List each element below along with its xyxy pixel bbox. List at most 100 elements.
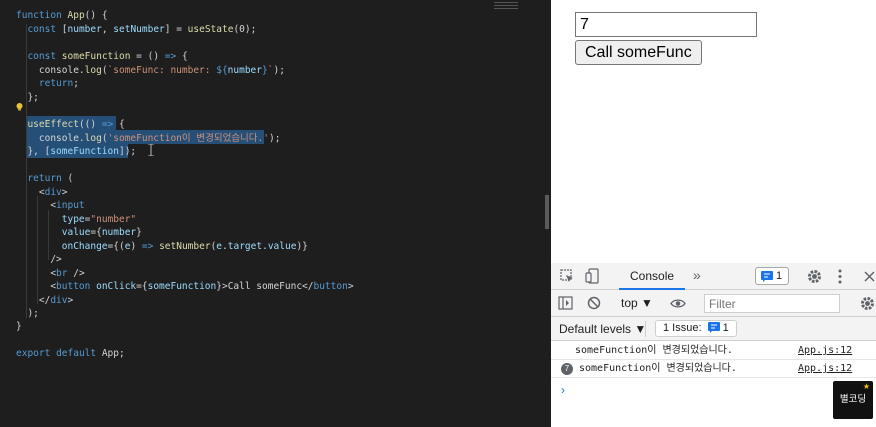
editor-scrollbar-thumb[interactable]	[545, 195, 549, 229]
code-token: onClick	[96, 281, 137, 292]
code-token: value	[61, 227, 91, 238]
code-line: onChange={(e) => setNumber(e.target.valu…	[16, 240, 308, 254]
code-token: () {	[84, 10, 108, 21]
code-line: <input	[16, 199, 85, 213]
code-token: <	[16, 281, 57, 292]
clear-console-icon[interactable]	[587, 296, 601, 310]
code-line: );	[16, 307, 39, 321]
code-line: console.log(`someFunc: number: ${number}…	[16, 64, 285, 78]
code-token: =>	[141, 241, 154, 252]
code-line: }	[16, 320, 22, 334]
code-token: />	[16, 254, 62, 265]
code-token: someFunction	[61, 51, 131, 62]
code-token: >	[61, 187, 68, 198]
minimap[interactable]	[494, 2, 518, 12]
console-message-source-link[interactable]: App.js:12	[798, 360, 852, 377]
app-preview: Call someFunc	[551, 0, 876, 263]
device-toolbar-icon[interactable]	[585, 268, 599, 284]
code-token: value	[267, 241, 297, 252]
console-message-source-link[interactable]: App.js:12	[798, 342, 852, 359]
console-message: someFunction이 변경되었습니다. App.js:12	[551, 342, 876, 360]
close-icon[interactable]	[864, 271, 875, 282]
code-token: <	[16, 268, 57, 279]
code-editor[interactable]: function App() { const [number, setNumbe…	[0, 0, 549, 427]
console-prompt[interactable]: ›	[561, 383, 565, 397]
call-somefunc-button[interactable]: Call someFunc	[575, 40, 702, 65]
show-sidebar-icon[interactable]	[558, 296, 573, 310]
settings-gear-icon[interactable]	[807, 269, 822, 284]
code-token: <	[16, 187, 45, 198]
code-token: target	[227, 241, 263, 252]
eye-icon[interactable]	[670, 298, 686, 309]
kebab-menu-icon[interactable]	[838, 269, 842, 284]
more-tabs-button[interactable]: »	[693, 263, 701, 288]
code-line: }, [someFunction]);	[16, 145, 136, 159]
code-token: console.	[16, 133, 85, 144]
code-token: button	[313, 281, 348, 292]
issues-label: 1 Issue:	[663, 322, 702, 334]
code-token: export	[16, 348, 51, 359]
code-token: >	[67, 295, 74, 306]
message-icon	[761, 271, 773, 282]
code-line: />	[16, 253, 62, 267]
code-line: const [number, setNumber] = useState(0);	[16, 23, 256, 37]
code-token: type	[61, 214, 85, 225]
code-token: App;	[96, 348, 125, 359]
code-token: function	[16, 10, 62, 21]
issue-count: 1	[722, 322, 729, 334]
code-token: {	[176, 51, 188, 62]
code-token: number	[227, 65, 262, 76]
code-line: const someFunction = () => {	[16, 50, 188, 64]
issues-counter-button[interactable]: 1	[755, 267, 789, 285]
code-token: };	[16, 92, 39, 103]
code-token: div	[44, 187, 62, 198]
code-token: ={(	[107, 241, 125, 252]
code-token: ={	[136, 281, 148, 292]
context-select[interactable]: top ▼	[621, 290, 653, 317]
console-settings-gear-icon[interactable]	[860, 296, 875, 311]
inspect-element-icon[interactable]	[560, 269, 574, 283]
code-token: );	[273, 65, 285, 76]
issues-button[interactable]: 1 Issue: 1	[655, 320, 737, 337]
repeat-count-badge: 7	[561, 363, 573, 375]
console-message-text: someFunction이 변경되었습니다.	[579, 363, 737, 374]
tab-console[interactable]: Console	[619, 263, 686, 290]
code-token: log	[84, 65, 102, 76]
code-line: <br />	[16, 267, 84, 281]
logo-star-icon: ★	[862, 382, 870, 391]
code-token: }	[136, 227, 142, 238]
devtools-tabbar: Console » 1	[551, 263, 876, 290]
code-token: return	[38, 78, 74, 89]
code-token: const	[27, 24, 57, 35]
code-token: input	[56, 200, 85, 211]
console-toolbar: top ▼	[551, 290, 876, 317]
code-token: const	[27, 51, 57, 62]
code-token: }	[16, 321, 22, 332]
filter-input[interactable]	[704, 294, 840, 313]
code-token: button	[56, 281, 91, 292]
message-icon	[707, 322, 720, 333]
code-line: <div>	[16, 186, 68, 200]
code-token: someFunction	[50, 146, 119, 157]
number-input[interactable]	[575, 12, 757, 37]
code-token: default	[56, 348, 97, 359]
console-message-text: someFunction이 변경되었습니다.	[575, 345, 733, 356]
code-line: useEffect(() => {	[16, 118, 124, 132]
code-token: );	[16, 308, 39, 319]
text-cursor-icon	[148, 144, 154, 156]
code-token: }, [	[16, 146, 51, 157]
code-token: setNumber	[113, 24, 165, 35]
code-token: App	[67, 10, 85, 21]
levels-bar: Default levels ▼ 1 Issue: 1	[551, 317, 876, 341]
code-token: ,	[101, 24, 114, 35]
default-levels-dropdown[interactable]: Default levels ▼	[559, 317, 646, 341]
code-token: return	[27, 173, 62, 184]
divider	[645, 321, 646, 337]
code-line: function App() {	[16, 9, 108, 23]
